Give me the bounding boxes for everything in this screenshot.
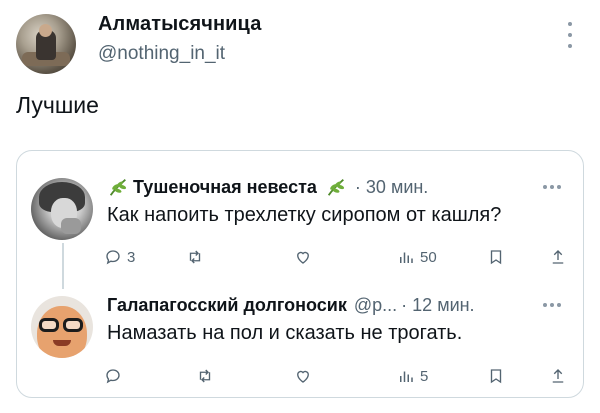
- views-count: 50: [420, 248, 437, 266]
- reply1-text: Как напоить трехлетку сиропом от кашля?: [107, 204, 502, 226]
- more-options-icon[interactable]: [563, 22, 577, 48]
- reply-icon: [106, 250, 120, 265]
- reply1-avatar[interactable]: [31, 178, 93, 240]
- reply2-name[interactable]: Галапагосский долгоносик: [107, 295, 347, 316]
- heart-icon: [297, 251, 309, 264]
- bookmark-icon: [490, 250, 502, 265]
- heart-icon: [297, 370, 309, 383]
- author-handle[interactable]: @nothing_in_it: [98, 43, 225, 65]
- retweet-button[interactable]: [196, 364, 214, 388]
- bookmark-button[interactable]: [487, 364, 505, 388]
- views-icon: [400, 252, 413, 263]
- reply2-header: Галапагосский долгоносик @p... · 12 мин.: [107, 293, 475, 317]
- bookmark-icon: [490, 369, 502, 384]
- share-button[interactable]: [549, 245, 567, 269]
- share-icon: [552, 250, 564, 264]
- share-button[interactable]: [549, 364, 567, 388]
- like-button[interactable]: [294, 364, 312, 388]
- reply1-more-icon[interactable]: [543, 184, 561, 190]
- reply1-actions: 3 50: [104, 245, 574, 269]
- views-icon: [400, 371, 413, 382]
- views-button[interactable]: 50: [397, 245, 437, 269]
- reply-button[interactable]: [104, 364, 122, 388]
- reply2-text: Намазать на пол и сказать не трогать.: [107, 322, 463, 344]
- reply-button[interactable]: 3: [104, 245, 135, 269]
- author-avatar[interactable]: [16, 14, 76, 74]
- share-icon: [552, 369, 564, 383]
- herb-icon: [109, 178, 127, 196]
- views-count: 5: [420, 367, 429, 385]
- reply2-time[interactable]: · 12 мин.: [401, 295, 474, 316]
- reply1-name[interactable]: Тушеночная невеста: [133, 177, 317, 198]
- thread-connector: [62, 243, 64, 289]
- retweet-icon: [199, 369, 211, 383]
- reply2-more-icon[interactable]: [543, 302, 561, 308]
- author-name[interactable]: Алматысячница: [98, 13, 261, 36]
- herb-icon: [327, 178, 345, 196]
- reply2-avatar[interactable]: [31, 296, 93, 358]
- reply2-actions: 5: [104, 364, 574, 388]
- reply-icon: [106, 369, 120, 384]
- bookmark-button[interactable]: [487, 245, 505, 269]
- reply-count: 3: [127, 248, 136, 266]
- reply2-handle[interactable]: @p...: [354, 295, 397, 316]
- retweet-icon: [189, 250, 201, 264]
- reply1-time[interactable]: · 30 мин.: [355, 177, 428, 198]
- like-button[interactable]: [294, 245, 312, 269]
- reply1-header: Тушеночная невеста · 30 мин.: [107, 175, 428, 199]
- retweet-button[interactable]: [186, 245, 204, 269]
- views-button[interactable]: 5: [397, 364, 428, 388]
- tweet-text: Лучшие: [16, 92, 99, 118]
